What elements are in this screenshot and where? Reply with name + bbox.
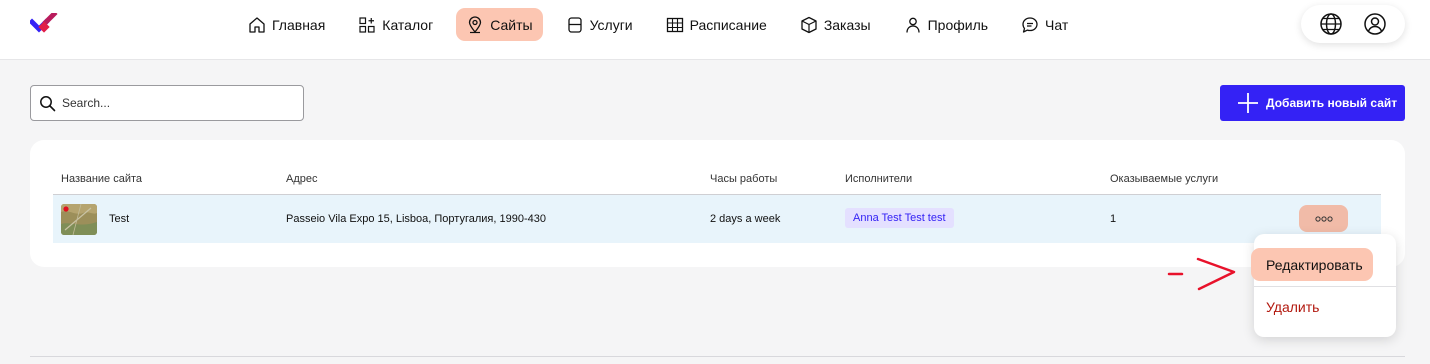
column-header-hours[interactable]: Часы работы (710, 173, 777, 185)
globe-icon[interactable] (1319, 12, 1343, 36)
home-icon (249, 16, 265, 33)
services-count-cell: 1 (1110, 213, 1117, 225)
menu-divider (1254, 286, 1396, 287)
menu-item-edit[interactable]: Редактировать (1251, 248, 1373, 281)
search-box[interactable] (30, 85, 304, 121)
brand-logo[interactable] (30, 13, 62, 37)
nav-item-home[interactable]: Главная (238, 8, 335, 41)
user-icon (905, 17, 920, 33)
sites-table-card: Название сайта Адрес Часы работы Исполни… (30, 140, 1405, 267)
search-icon (40, 95, 56, 111)
column-header-address[interactable]: Адрес (286, 173, 318, 185)
nav-item-sites[interactable]: Сайты (456, 8, 543, 41)
nav-item-label: Заказы (823, 16, 871, 33)
location-pin-icon (469, 15, 482, 33)
services-icon (567, 16, 582, 33)
nav-item-label: Сайты (490, 16, 533, 33)
performer-chip[interactable]: Anna Test Test test (845, 208, 954, 228)
nav-item-label: Расписание (689, 16, 767, 33)
hours-cell: 2 days a week (710, 213, 781, 225)
nav-item-services[interactable]: Услуги (556, 8, 643, 41)
catalog-icon (359, 16, 375, 33)
main-nav: Главная Каталог Сайты Услуги Расписание … (238, 8, 1091, 41)
column-header-site-name[interactable]: Название сайта (61, 173, 142, 185)
annotation-arrow-icon (1167, 257, 1236, 291)
search-input[interactable] (62, 96, 292, 110)
nav-item-label: Каталог (382, 16, 434, 33)
address-cell: Passeio Vila Expo 15, Lisboa, Португалия… (286, 213, 546, 225)
chat-bubble-icon (1022, 16, 1038, 33)
nav-item-chat[interactable]: Чат (1011, 8, 1078, 41)
column-header-performers[interactable]: Исполнители (845, 173, 912, 185)
site-name-cell[interactable]: Test (109, 213, 129, 225)
row-actions-menu: Редактировать Удалить (1251, 234, 1396, 337)
add-new-site-button[interactable]: Добавить новый сайт (1220, 85, 1405, 121)
nav-item-label: Главная (272, 16, 326, 33)
row-actions-button[interactable] (1299, 205, 1348, 232)
nav-item-label: Чат (1045, 16, 1069, 33)
nav-item-catalog[interactable]: Каталог (348, 8, 443, 41)
plus-icon (1238, 93, 1258, 113)
table-row[interactable]: Test Passeio Vila Expo 15, Lisboa, Порту… (53, 195, 1381, 243)
account-icon[interactable] (1363, 12, 1387, 36)
top-actions (1301, 5, 1405, 43)
site-map-thumbnail (61, 204, 97, 235)
menu-item-delete[interactable]: Удалить (1266, 297, 1319, 317)
bottom-divider (30, 356, 1405, 357)
nav-item-schedule[interactable]: Расписание (656, 8, 777, 41)
nav-item-label: Профиль (927, 16, 989, 33)
add-new-site-label: Добавить новый сайт (1266, 96, 1398, 110)
nav-item-profile[interactable]: Профиль (894, 8, 998, 41)
more-dots-icon (1314, 215, 1333, 222)
top-navigation-bar: Главная Каталог Сайты Услуги Расписание … (0, 0, 1430, 60)
column-header-services[interactable]: Оказываемые услуги (1110, 173, 1218, 185)
nav-item-orders[interactable]: Заказы (790, 8, 881, 41)
schedule-grid-icon (666, 17, 683, 32)
nav-item-label: Услуги (589, 16, 633, 33)
box-icon (801, 16, 817, 33)
